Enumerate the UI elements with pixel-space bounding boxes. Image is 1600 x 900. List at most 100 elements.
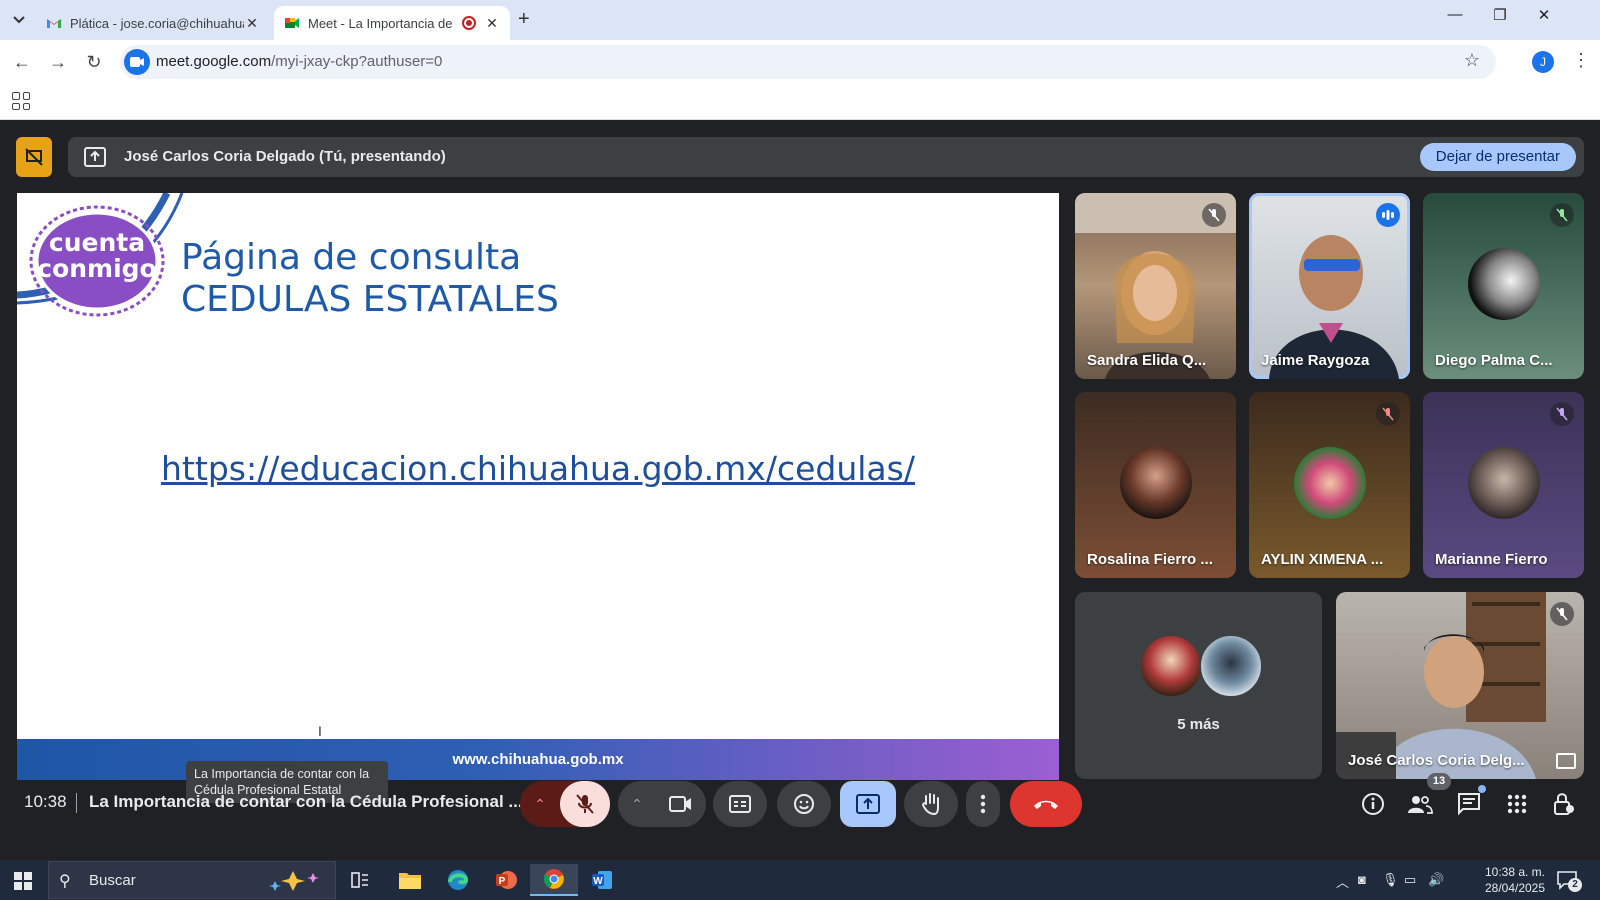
slide-title-line1: Página de consulta (181, 237, 522, 278)
participant-avatar (1467, 447, 1540, 519)
browser-toolbar: ← → ↻ meet.google.com/myi-jxay-ckp?authu… (0, 40, 1600, 84)
address-bar[interactable]: meet.google.com/myi-jxay-ckp?authuser=0 … (120, 45, 1496, 79)
participant-avatar (1119, 447, 1192, 519)
slide-link[interactable]: https://educacion.chihuahua.gob.mx/cedul… (17, 449, 1059, 488)
participant-name: Sandra Elida Q... (1087, 352, 1207, 369)
people-button[interactable] (1405, 789, 1435, 819)
meet-site-icon[interactable] (124, 49, 150, 75)
self-view-tile[interactable]: José Carlos Coria Delg... (1336, 592, 1584, 779)
notifications-icon[interactable]: 2 (1556, 870, 1582, 892)
reload-icon[interactable]: ↻ (82, 50, 106, 74)
emoji-icon (794, 794, 814, 814)
participant-avatar (1467, 248, 1540, 320)
camera-icon (669, 796, 691, 812)
word-icon[interactable]: W (578, 864, 626, 896)
participant-avatar (1199, 634, 1263, 698)
leave-call-button[interactable] (1010, 781, 1082, 827)
search-label: Buscar (89, 872, 136, 889)
meet-icon (285, 18, 299, 28)
raise-hand-icon (922, 793, 939, 816)
participant-avatar (1139, 634, 1203, 698)
reactions-button[interactable] (777, 781, 831, 827)
participant-tile[interactable]: Jaime Raygoza (1249, 193, 1410, 379)
search-icon: ⚲ (59, 873, 71, 890)
unread-dot (1478, 785, 1486, 793)
participant-name: Marianne Fierro (1435, 551, 1548, 568)
participant-tile[interactable]: Sandra Elida Q... (1075, 193, 1236, 379)
activities-grid-icon (1507, 794, 1527, 814)
speaking-indicator-icon (1376, 203, 1400, 227)
tab-title: Meet - La Importancia de contar (308, 15, 454, 31)
bookmarks-bar (0, 84, 1600, 120)
close-tab-icon[interactable]: ✕ (484, 15, 500, 32)
more-vertical-icon (980, 794, 986, 814)
clock-time: 10:38 a. m. (1484, 865, 1546, 879)
host-controls-button[interactable] (1549, 789, 1579, 819)
chevron-down-icon (13, 16, 25, 24)
captions-button[interactable] (713, 781, 767, 827)
url-host: meet.google.com (156, 53, 272, 70)
url-path: /myi-jxay-ckp?authuser=0 (271, 53, 443, 70)
profile-avatar[interactable]: J (1532, 51, 1554, 73)
volume-icon[interactable]: 🔊 (1428, 872, 1444, 888)
mute-button[interactable] (560, 781, 610, 827)
participant-name: AYLIN XIMENA ... (1261, 551, 1384, 568)
tab-gmail[interactable]: Plática - jose.coria@chihuahua.gob.mx ✕ (36, 6, 270, 40)
tab-meet[interactable]: Meet - La Importancia de contar ✕ (274, 6, 510, 40)
chat-button[interactable] (1454, 785, 1486, 819)
shared-slide: cuenta conmigo Página de consulta CEDULA… (17, 193, 1059, 780)
forward-icon[interactable]: → (46, 50, 70, 74)
camera-control: ⌃ (618, 781, 706, 827)
more-participants-label: 5 más (1177, 716, 1220, 733)
more-participants-tile[interactable]: 5 más (1075, 592, 1322, 779)
windows-start-icon[interactable] (14, 872, 32, 890)
browser-menu-icon[interactable]: ⋮ (1572, 50, 1590, 71)
close-tab-icon[interactable]: ✕ (244, 15, 260, 32)
new-tab-button[interactable]: + (518, 8, 530, 31)
participant-tile[interactable]: Marianne Fierro (1423, 392, 1584, 578)
taskbar-clock[interactable]: 10:38 a. m. 28/04/2025 (1480, 864, 1550, 896)
minimize-button[interactable]: — (1433, 6, 1477, 23)
restore-button[interactable]: ❐ (1478, 6, 1522, 24)
participant-name: Rosalina Fierro ... (1087, 551, 1213, 568)
muted-mic-icon (1550, 402, 1574, 426)
activities-button[interactable] (1502, 789, 1532, 819)
raise-hand-button[interactable] (904, 781, 958, 827)
windows-taskbar: ⚲ Buscar P W ︿ ◙ 🎙 ▭ 🔊 10:38 a. m. 28/04… (0, 860, 1600, 900)
close-window-button[interactable]: ✕ (1522, 6, 1566, 24)
stop-presenting-button[interactable]: Dejar de presentar (1419, 143, 1576, 171)
microphone-tray-icon[interactable]: 🎙 (1382, 872, 1399, 888)
camera-options-chevron-icon[interactable]: ⌃ (618, 781, 656, 827)
file-explorer-icon[interactable] (386, 864, 434, 896)
participant-tile[interactable]: Rosalina Fierro ... (1075, 392, 1236, 578)
network-icon[interactable]: ▭ (1404, 872, 1416, 888)
participant-count-badge: 13 (1427, 773, 1451, 790)
meeting-details-button[interactable] (1358, 789, 1388, 819)
apps-grid-icon[interactable] (12, 92, 30, 110)
edge-icon[interactable] (434, 864, 482, 896)
mic-options-chevron-icon[interactable]: ⌃ (520, 781, 560, 827)
info-icon (1362, 793, 1384, 815)
powerpoint-icon[interactable]: P (482, 864, 530, 896)
microphone-control: ⌃ (520, 781, 610, 827)
participant-tile[interactable]: Diego Palma C... (1423, 193, 1584, 379)
back-icon[interactable]: ← (10, 50, 34, 74)
meet-tray-icon[interactable]: ◙ (1358, 872, 1366, 887)
taskbar-search[interactable]: ⚲ Buscar (48, 861, 336, 899)
picture-in-picture-icon[interactable] (1556, 753, 1576, 769)
bookmark-star-icon[interactable]: ☆ (1464, 50, 1480, 71)
participant-tile[interactable]: AYLIN XIMENA ... (1249, 392, 1410, 578)
tab-title: Plática - jose.coria@chihuahua.gob.mx (70, 15, 244, 31)
present-now-button[interactable] (840, 781, 896, 827)
more-options-button[interactable] (966, 781, 1000, 827)
camera-button[interactable] (656, 781, 706, 827)
slide-footer: www.chihuahua.gob.mx (17, 739, 1059, 780)
show-hidden-icons[interactable]: ︿ (1336, 872, 1349, 891)
participant-video (1336, 592, 1546, 779)
recording-icon (462, 16, 476, 30)
task-view-icon[interactable] (336, 864, 384, 896)
presentation-hidden-icon[interactable] (16, 137, 52, 177)
participant-avatar (1293, 447, 1366, 519)
tab-search-button[interactable] (6, 8, 32, 32)
chrome-icon[interactable] (530, 864, 578, 896)
